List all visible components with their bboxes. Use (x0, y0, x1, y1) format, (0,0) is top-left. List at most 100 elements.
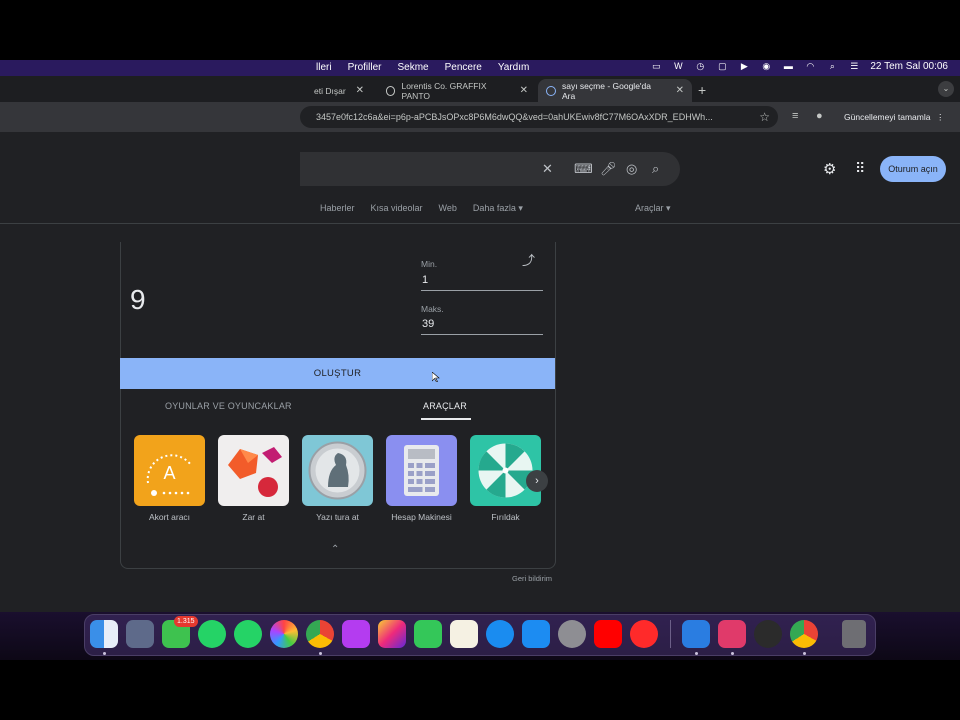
facetime-icon[interactable] (414, 620, 442, 648)
carousel-next-icon[interactable]: › (526, 470, 548, 492)
downloads-folder-icon[interactable] (682, 620, 710, 648)
dice-thumbnail (218, 435, 289, 506)
trash-icon[interactable] (842, 620, 866, 648)
spotlight-icon[interactable]: ⌕ (826, 61, 838, 72)
youtube-music-icon[interactable] (630, 620, 658, 648)
tab-games-toys[interactable]: OYUNLAR VE OYUNCAKLAR (165, 401, 292, 411)
launchpad-icon[interactable] (126, 620, 154, 648)
battery-icon[interactable]: ▬ (782, 61, 794, 72)
mouse-cursor-icon (432, 372, 440, 382)
tab-tools[interactable]: ARAÇLAR (423, 401, 467, 411)
menu-item-tab[interactable]: Sekme (397, 62, 428, 73)
tools-menu[interactable]: Araçlar ▾ (635, 203, 671, 214)
reading-list-icon[interactable]: ≡ (792, 110, 798, 122)
search-icon[interactable]: ⌕ (652, 161, 659, 177)
max-input[interactable]: 39 (422, 318, 434, 330)
clock-app-icon[interactable] (754, 620, 782, 648)
menubar-clock[interactable]: 22 Tem Sal 00:06 (870, 61, 948, 72)
settings-gear-icon[interactable]: ⚙ (823, 160, 836, 178)
menu-item-window[interactable]: Pencere (445, 62, 482, 73)
spinner-icon (478, 443, 533, 498)
tab-title: sayı seçme - Google'da Ara (561, 80, 651, 101)
chrome-app-icon[interactable] (790, 620, 818, 648)
screen-record-icon[interactable]: ▭ (650, 61, 662, 72)
tab-close-icon[interactable]: ✕ (356, 85, 364, 96)
picsart-icon[interactable] (342, 620, 370, 648)
display-icon[interactable]: ▢ (716, 61, 728, 72)
tool-roll-dice-label: Zar at (242, 512, 265, 522)
tool-tuner-label: Akort aracı (148, 512, 191, 522)
calculator-thumbnail (386, 435, 457, 506)
tab-search-icon[interactable]: ⌄ (938, 81, 954, 97)
tool-roll-dice[interactable]: Zar at (218, 435, 289, 522)
tab-close-icon[interactable]: ✕ (676, 85, 684, 96)
browser-toolbar: 3457e0fc12c6a&ei=p6p-aPCBJsOPxc8P6M6dwQQ… (0, 102, 960, 132)
menubar-menus: lleri Profiller Sekme Pencere Yardım (316, 62, 529, 73)
screen: lleri Profiller Sekme Pencere Yardım ▭ W… (0, 0, 960, 720)
timer-icon[interactable]: ◷ (694, 61, 706, 72)
more-vert-icon[interactable]: ⋮ (936, 107, 945, 127)
wps-office-icon[interactable] (718, 620, 746, 648)
min-underline (421, 290, 543, 291)
system-settings-icon[interactable] (558, 620, 586, 648)
menu-item-help[interactable]: Yardım (498, 62, 530, 73)
dock-separator (670, 620, 671, 648)
browser-tab-active[interactable]: sayı seçme - Google'da Ara ✕ (538, 79, 692, 102)
mic-icon[interactable]: 🎤︎ (600, 161, 617, 177)
svg-text:A: A (163, 463, 175, 483)
tab-close-icon[interactable]: ✕ (520, 85, 528, 96)
lens-icon[interactable]: ◎ (626, 161, 637, 177)
nav-short-videos[interactable]: Kısa videolar (371, 203, 423, 214)
youtube-icon[interactable] (594, 620, 622, 648)
wifi-icon[interactable]: ◠ (804, 61, 816, 72)
dock-running-indicator (695, 652, 698, 655)
apps-grid-icon[interactable]: ⠿ (855, 160, 865, 177)
tool-tuner[interactable]: A Akort aracı (134, 435, 205, 522)
header-divider (0, 223, 960, 224)
sign-in-button[interactable]: Oturum açın (880, 156, 946, 182)
update-button[interactable]: Güncellemeyi tamamla ⋮ (838, 107, 950, 127)
vpn-icon[interactable]: ◉ (760, 61, 772, 72)
feedback-link[interactable]: Geri bildirim (512, 574, 552, 583)
tool-calculator[interactable]: Hesap Makinesi (386, 435, 457, 522)
play-icon[interactable]: ▶ (738, 61, 750, 72)
min-input[interactable]: 1 (422, 274, 428, 286)
nav-web[interactable]: Web (439, 203, 457, 214)
generate-button[interactable]: OLUŞTUR (120, 358, 555, 389)
share-icon[interactable]: ⤴ (522, 250, 535, 269)
min-label: Min. (421, 259, 438, 269)
new-tab-button[interactable]: + (698, 82, 706, 98)
browser-tab[interactable]: eti Dışar ✕ (306, 79, 376, 102)
tuner-thumbnail: A (134, 435, 205, 506)
nav-news[interactable]: Haberler (320, 203, 355, 214)
max-underline (421, 334, 543, 335)
safari-icon[interactable] (486, 620, 514, 648)
whatsapp-business-icon[interactable] (234, 620, 262, 648)
instagram-icon[interactable] (378, 620, 406, 648)
tool-flip-coin[interactable]: Yazı tura at (302, 435, 373, 522)
dock-running-indicator (731, 652, 734, 655)
coin-icon (308, 441, 367, 500)
chrome-icon[interactable] (306, 620, 334, 648)
photos-icon[interactable] (270, 620, 298, 648)
search-nav: Haberler Kısa videolar Web Daha fazla ▾ (320, 203, 523, 214)
keyboard-icon[interactable]: ⌨ (574, 161, 593, 177)
control-center-icon[interactable]: ☰ (848, 61, 860, 72)
wps-icon[interactable]: W (672, 61, 684, 72)
search-box[interactable]: ✕ ⌨ 🎤︎ ◎ ⌕ (300, 152, 680, 186)
messages-badge: 1.315 (174, 616, 198, 627)
address-bar[interactable]: 3457e0fc12c6a&ei=p6p-aPCBJsOPxc8P6M6dwQQ… (300, 106, 778, 128)
finder-icon[interactable] (90, 620, 118, 648)
whatsapp-icon[interactable] (198, 620, 226, 648)
app-store-icon[interactable] (522, 620, 550, 648)
profile-icon[interactable]: ● (816, 110, 823, 122)
clear-icon[interactable]: ✕ (542, 161, 553, 177)
nav-more[interactable]: Daha fazla ▾ (473, 203, 523, 214)
spinner-thumbnail (470, 435, 541, 506)
menu-item-profiles[interactable]: Profiller (348, 62, 382, 73)
browser-tab[interactable]: Lorentis Co. GRAFFIX PANTO ✕ (378, 79, 536, 102)
notes-icon[interactable] (450, 620, 478, 648)
collapse-chevron-icon[interactable]: ⌃ (331, 544, 339, 555)
menu-item[interactable]: lleri (316, 62, 332, 73)
bookmark-star-icon[interactable]: ☆ (759, 106, 770, 128)
